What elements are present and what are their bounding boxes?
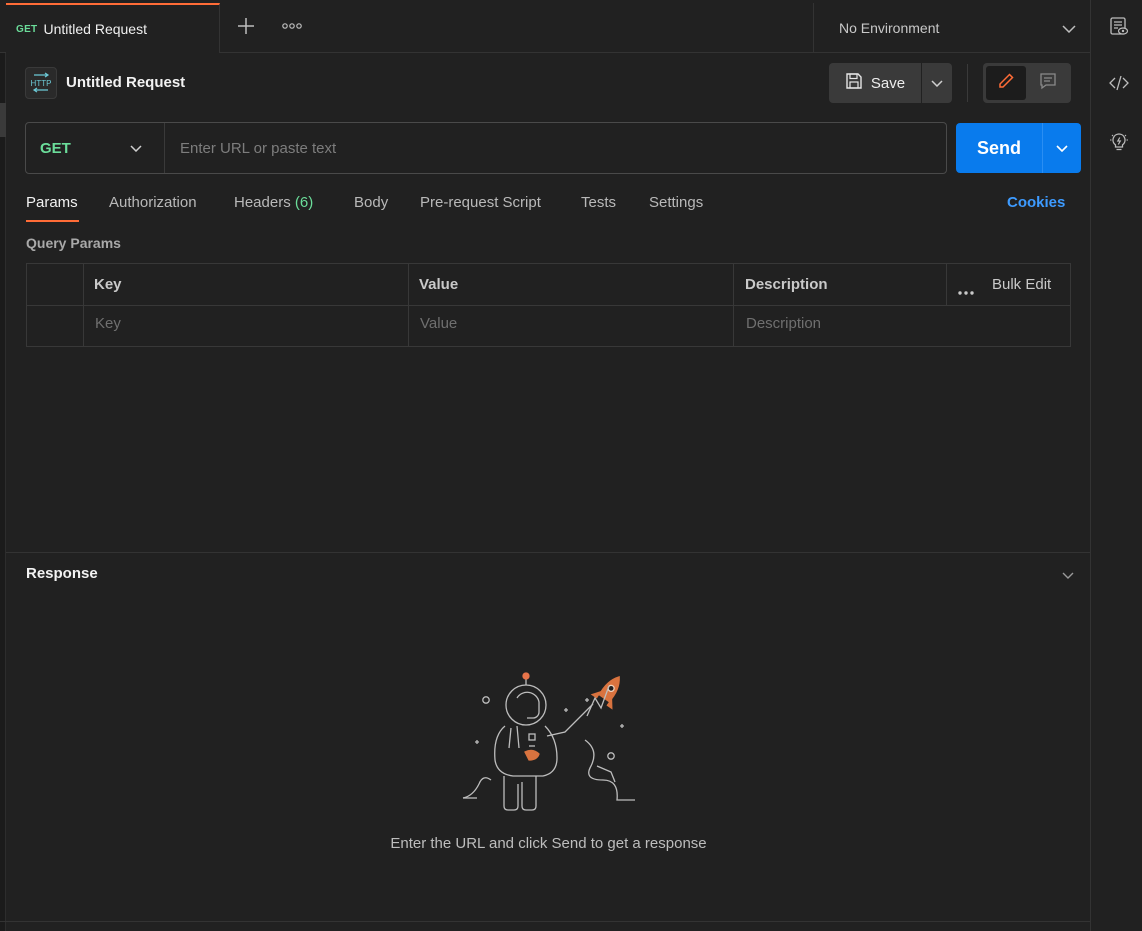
send-options-dropdown[interactable] (1042, 123, 1081, 173)
column-header-key: Key (94, 276, 122, 293)
environment-quick-look-icon[interactable] (1109, 16, 1129, 36)
save-icon (845, 72, 863, 94)
tab-authorization[interactable]: Authorization (109, 194, 197, 211)
method-label: GET (40, 139, 71, 157)
tab-tests[interactable]: Tests (581, 194, 616, 211)
param-value-input[interactable]: Value (420, 315, 457, 332)
table-row-divider (26, 305, 1071, 306)
tab-headers[interactable]: Headers (6) (234, 194, 313, 211)
chevron-down-icon (931, 74, 943, 92)
tab-settings[interactable]: Settings (649, 194, 703, 211)
chevron-down-icon (130, 139, 142, 157)
query-params-label: Query Params (26, 235, 121, 251)
comments-button[interactable] (1028, 66, 1068, 100)
code-icon[interactable] (1109, 73, 1129, 93)
table-column-divider (408, 263, 409, 347)
response-pane-divider[interactable] (6, 552, 1090, 553)
response-empty-message: Enter the URL and click Send to get a re… (390, 835, 707, 852)
save-options-dropdown[interactable] (922, 63, 952, 103)
save-label: Save (870, 74, 906, 92)
pencil-icon (997, 72, 1015, 95)
cookies-link[interactable]: Cookies (1007, 194, 1065, 211)
chevron-down-icon (1062, 20, 1076, 36)
tab-name-label: Untitled Request (43, 21, 147, 37)
astronaut-rocket-illustration (455, 668, 645, 818)
tab-method-label: GET (16, 23, 38, 35)
plus-icon[interactable] (234, 14, 258, 38)
right-sidebar (1090, 0, 1142, 931)
column-header-value: Value (419, 276, 459, 293)
environment-select[interactable]: No Environment (813, 3, 1090, 53)
more-horizontal-icon[interactable] (280, 14, 304, 38)
tab-untitled-request[interactable]: GET Untitled Request (6, 3, 220, 53)
table-column-divider (733, 263, 734, 347)
param-key-input[interactable]: Key (95, 315, 121, 332)
response-title: Response (26, 565, 98, 582)
lightbulb-icon[interactable] (1109, 132, 1129, 152)
more-horizontal-icon[interactable] (958, 282, 974, 300)
table-column-divider (83, 263, 84, 347)
http-request-icon: HTTP (25, 67, 57, 99)
column-header-description: Description (745, 276, 828, 293)
left-sidebar-marker (0, 103, 6, 137)
http-badge-text: HTTP (31, 79, 52, 88)
tab-body[interactable]: Body (354, 194, 388, 211)
tab-pre-request-script[interactable]: Pre-request Script (420, 194, 541, 211)
active-tab-indicator (26, 220, 79, 222)
bulk-edit-button[interactable]: Bulk Edit (992, 276, 1051, 293)
comment-icon (1039, 72, 1057, 95)
tab-params[interactable]: Params (26, 194, 78, 211)
left-sidebar-edge (0, 53, 6, 931)
save-button[interactable]: Save (829, 63, 921, 103)
param-description-input[interactable]: Description (746, 315, 821, 332)
chevron-down-icon[interactable] (1062, 566, 1074, 584)
http-method-select[interactable]: GET (26, 123, 165, 173)
table-column-divider (946, 263, 947, 305)
chevron-down-icon (1056, 139, 1068, 157)
environment-label: No Environment (839, 20, 940, 36)
request-title[interactable]: Untitled Request (66, 74, 185, 91)
send-button[interactable]: Send (956, 123, 1042, 173)
url-input[interactable] (166, 124, 944, 172)
status-bar-divider (0, 921, 1090, 922)
headers-count-badge: (6) (294, 194, 314, 211)
tab-headers-label: Headers (234, 194, 291, 211)
edit-mode-button[interactable] (986, 66, 1026, 100)
toolbar-divider (967, 64, 968, 102)
